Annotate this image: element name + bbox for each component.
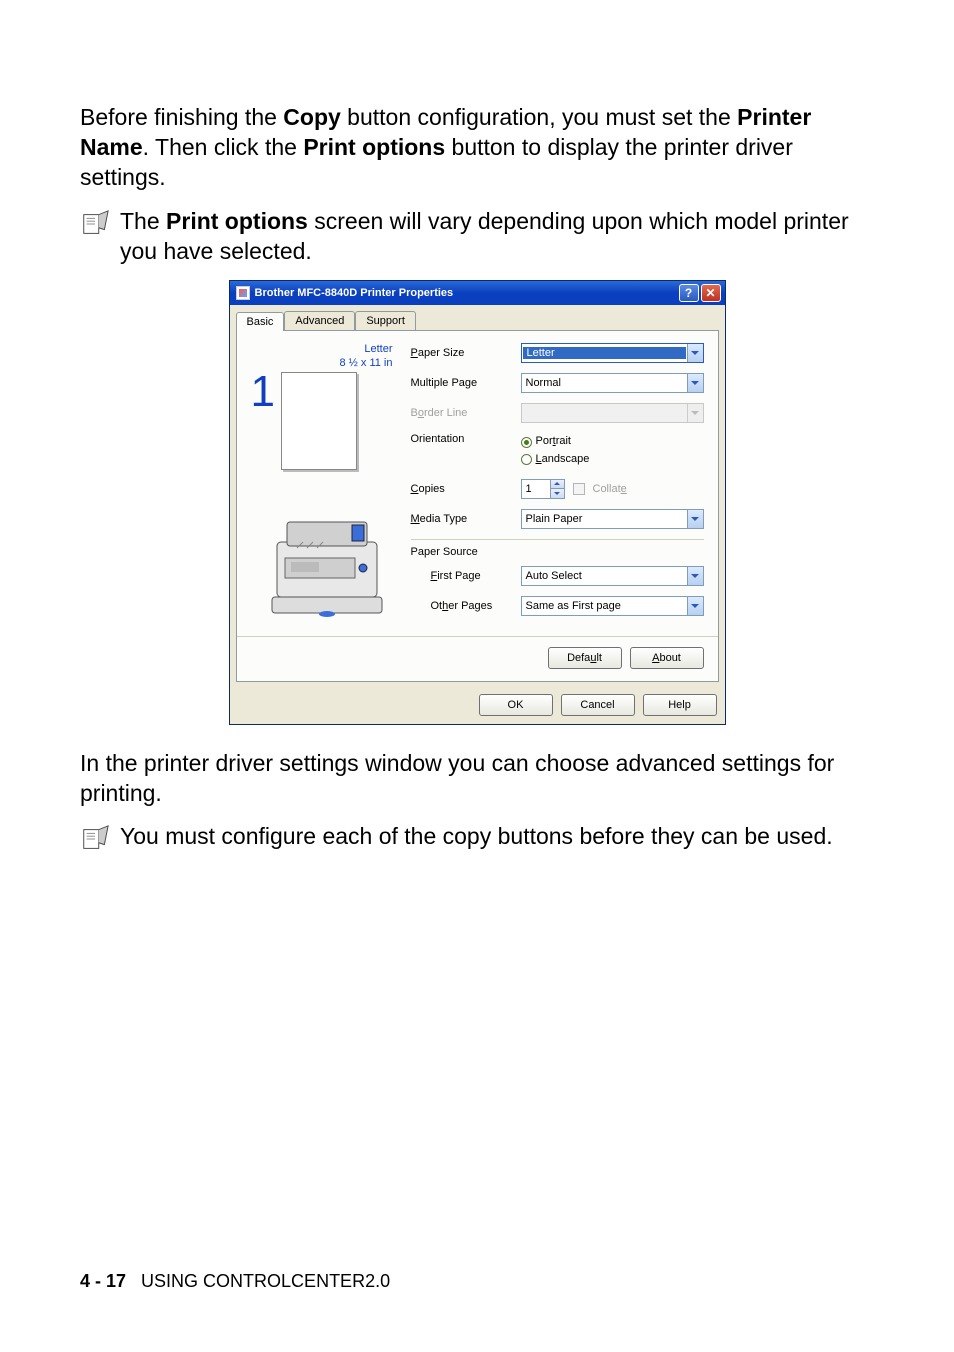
note-row: The Print options screen will vary depen… [80, 207, 874, 267]
tab-panel-basic: Letter 8 ½ x 11 in 1 [236, 330, 719, 681]
preview-column: Letter 8 ½ x 11 in 1 [251, 343, 411, 625]
note-icon [80, 209, 114, 244]
titlebar-close-button[interactable]: ✕ [701, 284, 721, 302]
combo-text: Normal [522, 377, 687, 389]
spinner-copies[interactable]: 1 [521, 479, 565, 499]
spinner-value: 1 [522, 480, 550, 498]
radio-icon [521, 454, 532, 465]
label-other-pages: Other Pages [411, 600, 521, 612]
tab-basic[interactable]: Basic [236, 312, 285, 331]
dialog-footer: OK Cancel Help [230, 688, 725, 724]
label-multiple-page: Multiple Page [411, 377, 521, 389]
preview-count: 1 [251, 372, 275, 412]
combo-border-line [521, 403, 704, 423]
tab-advanced[interactable]: Advanced [284, 311, 355, 330]
paper-preview-icon [281, 372, 357, 470]
combo-text: Plain Paper [522, 513, 687, 525]
titlebar-help-button[interactable]: ? [679, 284, 699, 302]
printer-properties-dialog: Brother MFC-8840D Printer Properties ? ✕… [229, 280, 726, 724]
note-text: The Print options screen will vary depen… [120, 207, 874, 267]
page-footer: 4 - 17 USING CONTROLCENTER2.0 [80, 1271, 390, 1292]
settings-column: Paper Size Letter Multiple Page [411, 343, 704, 625]
radio-icon [521, 437, 532, 448]
spinner-up-icon[interactable] [551, 480, 564, 489]
app-icon [236, 286, 250, 300]
checkbox-collate [573, 483, 585, 495]
combo-first-page[interactable]: Auto Select [521, 566, 704, 586]
intro-paragraph: Before finishing the Copy button configu… [80, 103, 874, 193]
ok-button[interactable]: OK [479, 694, 553, 716]
text: Before finishing the [80, 104, 283, 130]
label-media-type: Media Type [411, 513, 521, 525]
spinner-down-icon[interactable] [551, 488, 564, 498]
combo-paper-size[interactable]: Letter [521, 343, 704, 363]
footer-text: USING CONTROLCENTER2.0 [141, 1271, 390, 1291]
about-button[interactable]: About [630, 647, 704, 669]
radio-portrait[interactable]: Portrait [521, 433, 704, 451]
label-paper-size: Paper Size [411, 347, 521, 359]
radio-landscape[interactable]: Landscape [521, 451, 704, 469]
label-first-page: First Page [411, 570, 521, 582]
text-bold: Copy [283, 104, 341, 130]
cancel-button[interactable]: Cancel [561, 694, 635, 716]
dialog-titlebar: Brother MFC-8840D Printer Properties ? ✕ [230, 281, 725, 305]
group-paper-source: Paper Source [411, 539, 704, 558]
note-row-2: You must configure each of the copy butt… [80, 822, 874, 859]
combo-text: Auto Select [522, 570, 687, 582]
help-button[interactable]: Help [643, 694, 717, 716]
note-text-2: You must configure each of the copy butt… [120, 822, 833, 852]
text: The [120, 208, 166, 234]
label-collate: Collate [593, 483, 627, 495]
preview-paper-name: Letter [251, 343, 393, 356]
text: . Then click the [143, 134, 304, 160]
tab-strip: Basic Advanced Support [230, 305, 725, 330]
label-copies: Copies [411, 483, 521, 495]
printer-illustration-icon [257, 502, 397, 622]
combo-text: Letter [523, 347, 686, 359]
combo-multiple-page[interactable]: Normal [521, 373, 704, 393]
combo-media-type[interactable]: Plain Paper [521, 509, 704, 529]
text-bold: Print options [303, 134, 445, 160]
chevron-down-icon [687, 597, 703, 615]
chevron-down-icon [687, 510, 703, 528]
note-icon [80, 824, 114, 859]
tab-support[interactable]: Support [355, 311, 416, 330]
page-number: 4 - 17 [80, 1271, 126, 1291]
combo-other-pages[interactable]: Same as First page [521, 596, 704, 616]
dialog-title: Brother MFC-8840D Printer Properties [255, 287, 677, 299]
radio-label: Landscape [536, 451, 590, 469]
chevron-down-icon [687, 567, 703, 585]
paragraph-2: In the printer driver settings window yo… [80, 749, 874, 809]
text-bold: Print options [166, 208, 308, 234]
label-border-line: Border Line [411, 407, 521, 419]
radio-label: Portrait [536, 433, 571, 451]
default-button[interactable]: Default [548, 647, 622, 669]
label-orientation: Orientation [411, 433, 521, 445]
text: button configuration, you must set the [341, 104, 737, 130]
chevron-down-icon [687, 404, 703, 422]
combo-text: Same as First page [522, 600, 687, 612]
chevron-down-icon [687, 344, 703, 362]
chevron-down-icon [687, 374, 703, 392]
